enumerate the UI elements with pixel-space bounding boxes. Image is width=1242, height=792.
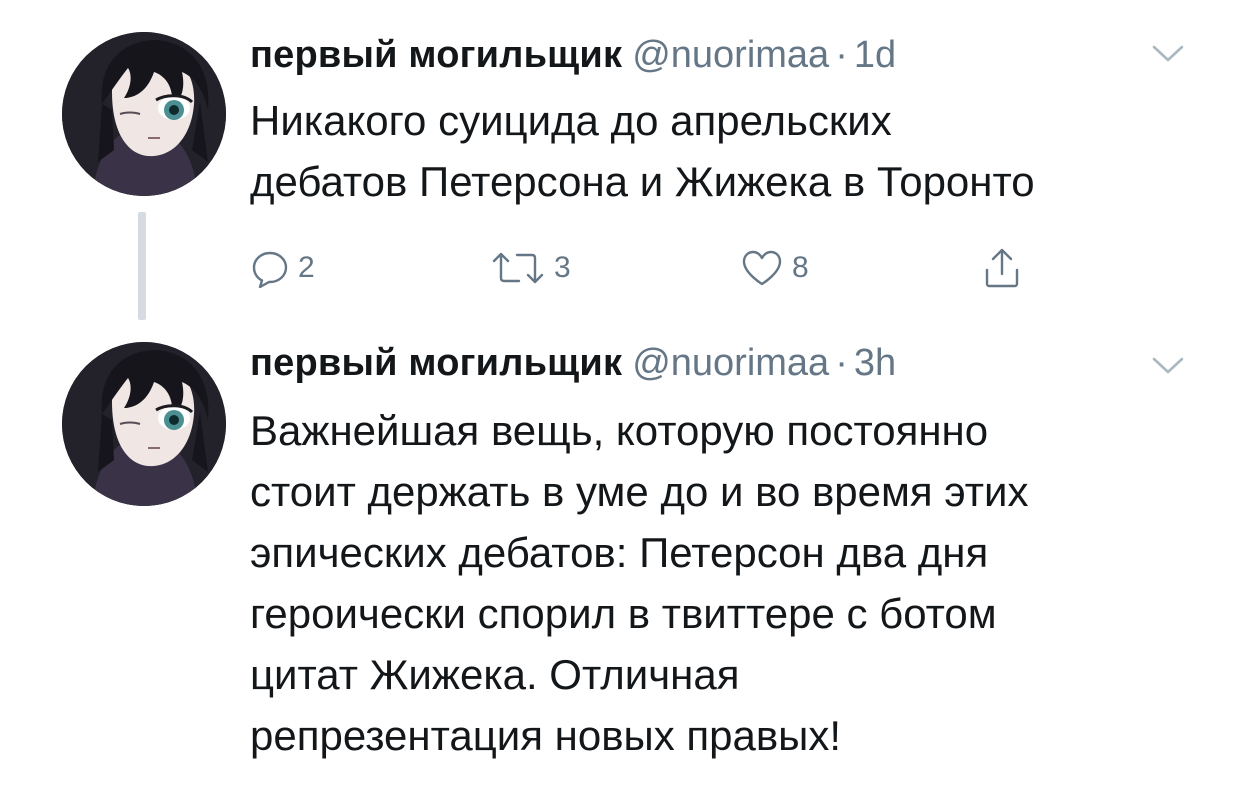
share-icon xyxy=(985,248,1019,288)
reply-button[interactable]: 2 xyxy=(250,240,315,296)
display-name[interactable]: первый могильщик xyxy=(250,34,622,76)
tweet-text: Важнейшая вещь, которую постоянно стоит … xyxy=(250,407,1029,759)
avatar-image xyxy=(62,342,226,506)
tweet-thread: первый могильщик @nuorimaa · 1d Никакого су… xyxy=(0,0,1242,792)
tweet-header: первый могильщик @nuorimaa · 3h xyxy=(250,338,1162,388)
tweet[interactable]: первый могильщик @nuorimaa · 1d Никакого су… xyxy=(0,0,1242,320)
avatar-image xyxy=(62,32,226,196)
chevron-down-icon[interactable] xyxy=(1150,42,1186,66)
user-handle[interactable]: @nuorimaa xyxy=(632,34,829,76)
tweet-actions: 2 3 8 xyxy=(250,240,1050,296)
like-count: 8 xyxy=(792,251,809,284)
timestamp[interactable]: 1d xyxy=(854,34,896,76)
heart-icon xyxy=(742,250,782,286)
avatar[interactable] xyxy=(62,342,226,506)
like-button[interactable]: 8 xyxy=(740,240,809,296)
tweet-header: первый могильщик @nuorimaa · 1d xyxy=(250,30,1162,80)
user-handle[interactable]: @nuorimaa xyxy=(632,342,829,384)
retweet-count: 3 xyxy=(554,251,571,284)
chevron-down-icon[interactable] xyxy=(1150,354,1186,378)
thread-connector xyxy=(138,212,146,320)
tweet-text: Никакого суицида до апрельских дебатов П… xyxy=(250,97,1035,205)
retweet-button[interactable]: 3 xyxy=(490,240,571,296)
separator-dot: · xyxy=(835,34,848,76)
share-button[interactable] xyxy=(982,240,1022,296)
reply-icon xyxy=(252,251,288,288)
timestamp[interactable]: 3h xyxy=(854,342,896,384)
avatar[interactable] xyxy=(62,32,226,196)
retweet-icon xyxy=(492,252,544,284)
tweet[interactable]: первый могильщик @nuorimaa · 3h Важнейшая в… xyxy=(0,320,1242,792)
display-name[interactable]: первый могильщик xyxy=(250,342,622,384)
separator-dot: · xyxy=(835,342,848,384)
reply-count: 2 xyxy=(298,251,315,284)
